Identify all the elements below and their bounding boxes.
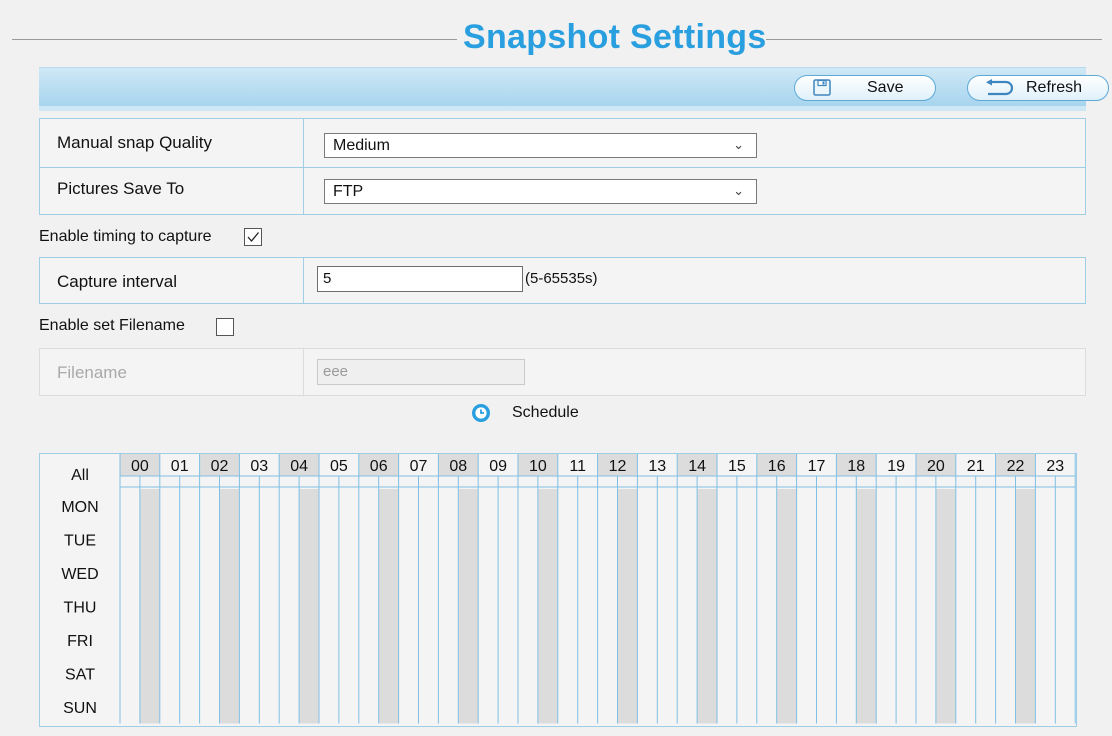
pictures-save-to-label: Pictures Save To: [57, 179, 185, 198]
chevron-down-icon: ⌄: [733, 137, 744, 152]
hour-column-shade: [617, 489, 638, 724]
snap-settings-table: Manual snap Quality Medium ⌄ Pictures Sa…: [39, 118, 1086, 215]
hour-header-13[interactable]: 13: [648, 458, 666, 475]
manual-snap-quality-row: Manual snap Quality Medium ⌄: [40, 119, 1085, 167]
pictures-save-to-value: FTP: [333, 183, 364, 200]
hour-header-00[interactable]: 00: [131, 458, 149, 475]
day-label-fri[interactable]: FRI: [67, 633, 93, 650]
filename-table: Filename eee: [39, 348, 1086, 396]
column-divider: [303, 258, 304, 303]
day-label-sat[interactable]: SAT: [65, 667, 95, 684]
hour-header-18[interactable]: 18: [847, 458, 865, 475]
hour-header-15[interactable]: 15: [728, 458, 746, 475]
hour-column-shade: [537, 489, 558, 724]
hour-header-03[interactable]: 03: [250, 458, 268, 475]
hour-header-19[interactable]: 19: [887, 458, 905, 475]
schedule-grid: All 00 01 02 03 04 05 06 07 08 09 10 11 12 13 14 15 16 17 1…: [39, 453, 1077, 727]
hour-header-17[interactable]: 17: [808, 458, 826, 475]
page-title: Snapshot Settings: [463, 18, 767, 56]
save-button[interactable]: Save: [794, 75, 936, 101]
enable-timing-checkbox[interactable]: [244, 228, 262, 246]
floppy-disk-icon: [811, 79, 833, 102]
manual-snap-quality-label: Manual snap Quality: [57, 133, 212, 152]
clock-icon: [472, 404, 490, 422]
refresh-arrow-icon: [980, 79, 1014, 102]
filename-label: Filename: [57, 363, 127, 382]
enable-timing-label: Enable timing to capture: [39, 228, 212, 245]
hour-header-02[interactable]: 02: [211, 458, 229, 475]
hour-column-shade: [139, 489, 160, 724]
hour-header-09[interactable]: 09: [489, 458, 507, 475]
hour-header-12[interactable]: 12: [609, 458, 627, 475]
manual-snap-quality-select[interactable]: Medium ⌄: [324, 133, 757, 158]
column-divider: [303, 349, 304, 395]
hour-header-01[interactable]: 01: [171, 458, 189, 475]
refresh-button-label: Refresh: [1026, 79, 1083, 96]
enable-filename-label: Enable set Filename: [39, 317, 185, 334]
pictures-save-to-row: Pictures Save To FTP ⌄: [40, 168, 1085, 215]
schedule-grid-canvas: All 00 01 02 03 04 05 06 07 08 09 10 11 12 13 14 15 16 17 1…: [61, 454, 1076, 724]
select-all-cell[interactable]: All: [71, 467, 89, 484]
schedule-label: Schedule: [512, 404, 579, 421]
hour-header-08[interactable]: 08: [449, 458, 467, 475]
chevron-down-icon: ⌄: [733, 183, 744, 198]
save-button-label: Save: [867, 79, 904, 96]
hour-header-06[interactable]: 06: [370, 458, 388, 475]
filename-input[interactable]: eee: [317, 359, 525, 385]
hour-column-shade: [697, 489, 717, 724]
hour-header-07[interactable]: 07: [410, 458, 428, 475]
day-label-sun[interactable]: SUN: [63, 700, 97, 717]
capture-interval-range-hint: (5-65535s): [525, 270, 598, 287]
hour-column-shade: [458, 489, 479, 724]
hour-header-21[interactable]: 21: [967, 458, 985, 475]
hour-header-23[interactable]: 23: [1046, 458, 1064, 475]
day-label-tue[interactable]: TUE: [64, 533, 96, 550]
hour-column-shade: [856, 489, 877, 724]
hour-column-shade: [299, 489, 319, 724]
hour-column-shade: [1015, 489, 1036, 724]
hour-column-shade: [378, 489, 399, 724]
capture-interval-label: Capture interval: [57, 272, 178, 291]
manual-snap-quality-value: Medium: [333, 137, 390, 154]
capture-interval-input[interactable]: 5: [317, 266, 523, 292]
title-divider-right: [766, 39, 1102, 40]
checkmark-icon: [247, 232, 260, 243]
toolbar-underline: [39, 106, 1086, 111]
pictures-save-to-select[interactable]: FTP ⌄: [324, 179, 757, 204]
hour-column-shade: [219, 489, 240, 724]
refresh-button[interactable]: Refresh: [967, 75, 1109, 101]
hour-header-20[interactable]: 20: [927, 458, 945, 475]
hour-header-22[interactable]: 22: [1007, 458, 1025, 475]
day-label-wed[interactable]: WED: [61, 566, 98, 583]
hour-header-11[interactable]: 11: [569, 458, 586, 475]
capture-interval-table: Capture interval 5 (5-65535s): [39, 257, 1086, 304]
hour-column-shade: [776, 489, 797, 724]
day-label-thu[interactable]: THU: [64, 600, 97, 617]
enable-filename-checkbox[interactable]: [216, 318, 234, 336]
hour-header-10[interactable]: 10: [529, 458, 547, 475]
hour-header-04[interactable]: 04: [290, 458, 308, 475]
hour-column-shade: [935, 489, 956, 724]
title-divider-left: [12, 39, 457, 40]
day-label-mon[interactable]: MON: [61, 499, 98, 516]
hour-header-14[interactable]: 14: [688, 458, 706, 475]
hour-header-16[interactable]: 16: [768, 458, 786, 475]
hour-header-05[interactable]: 05: [330, 458, 348, 475]
toolbar: Save Refresh: [39, 67, 1109, 107]
